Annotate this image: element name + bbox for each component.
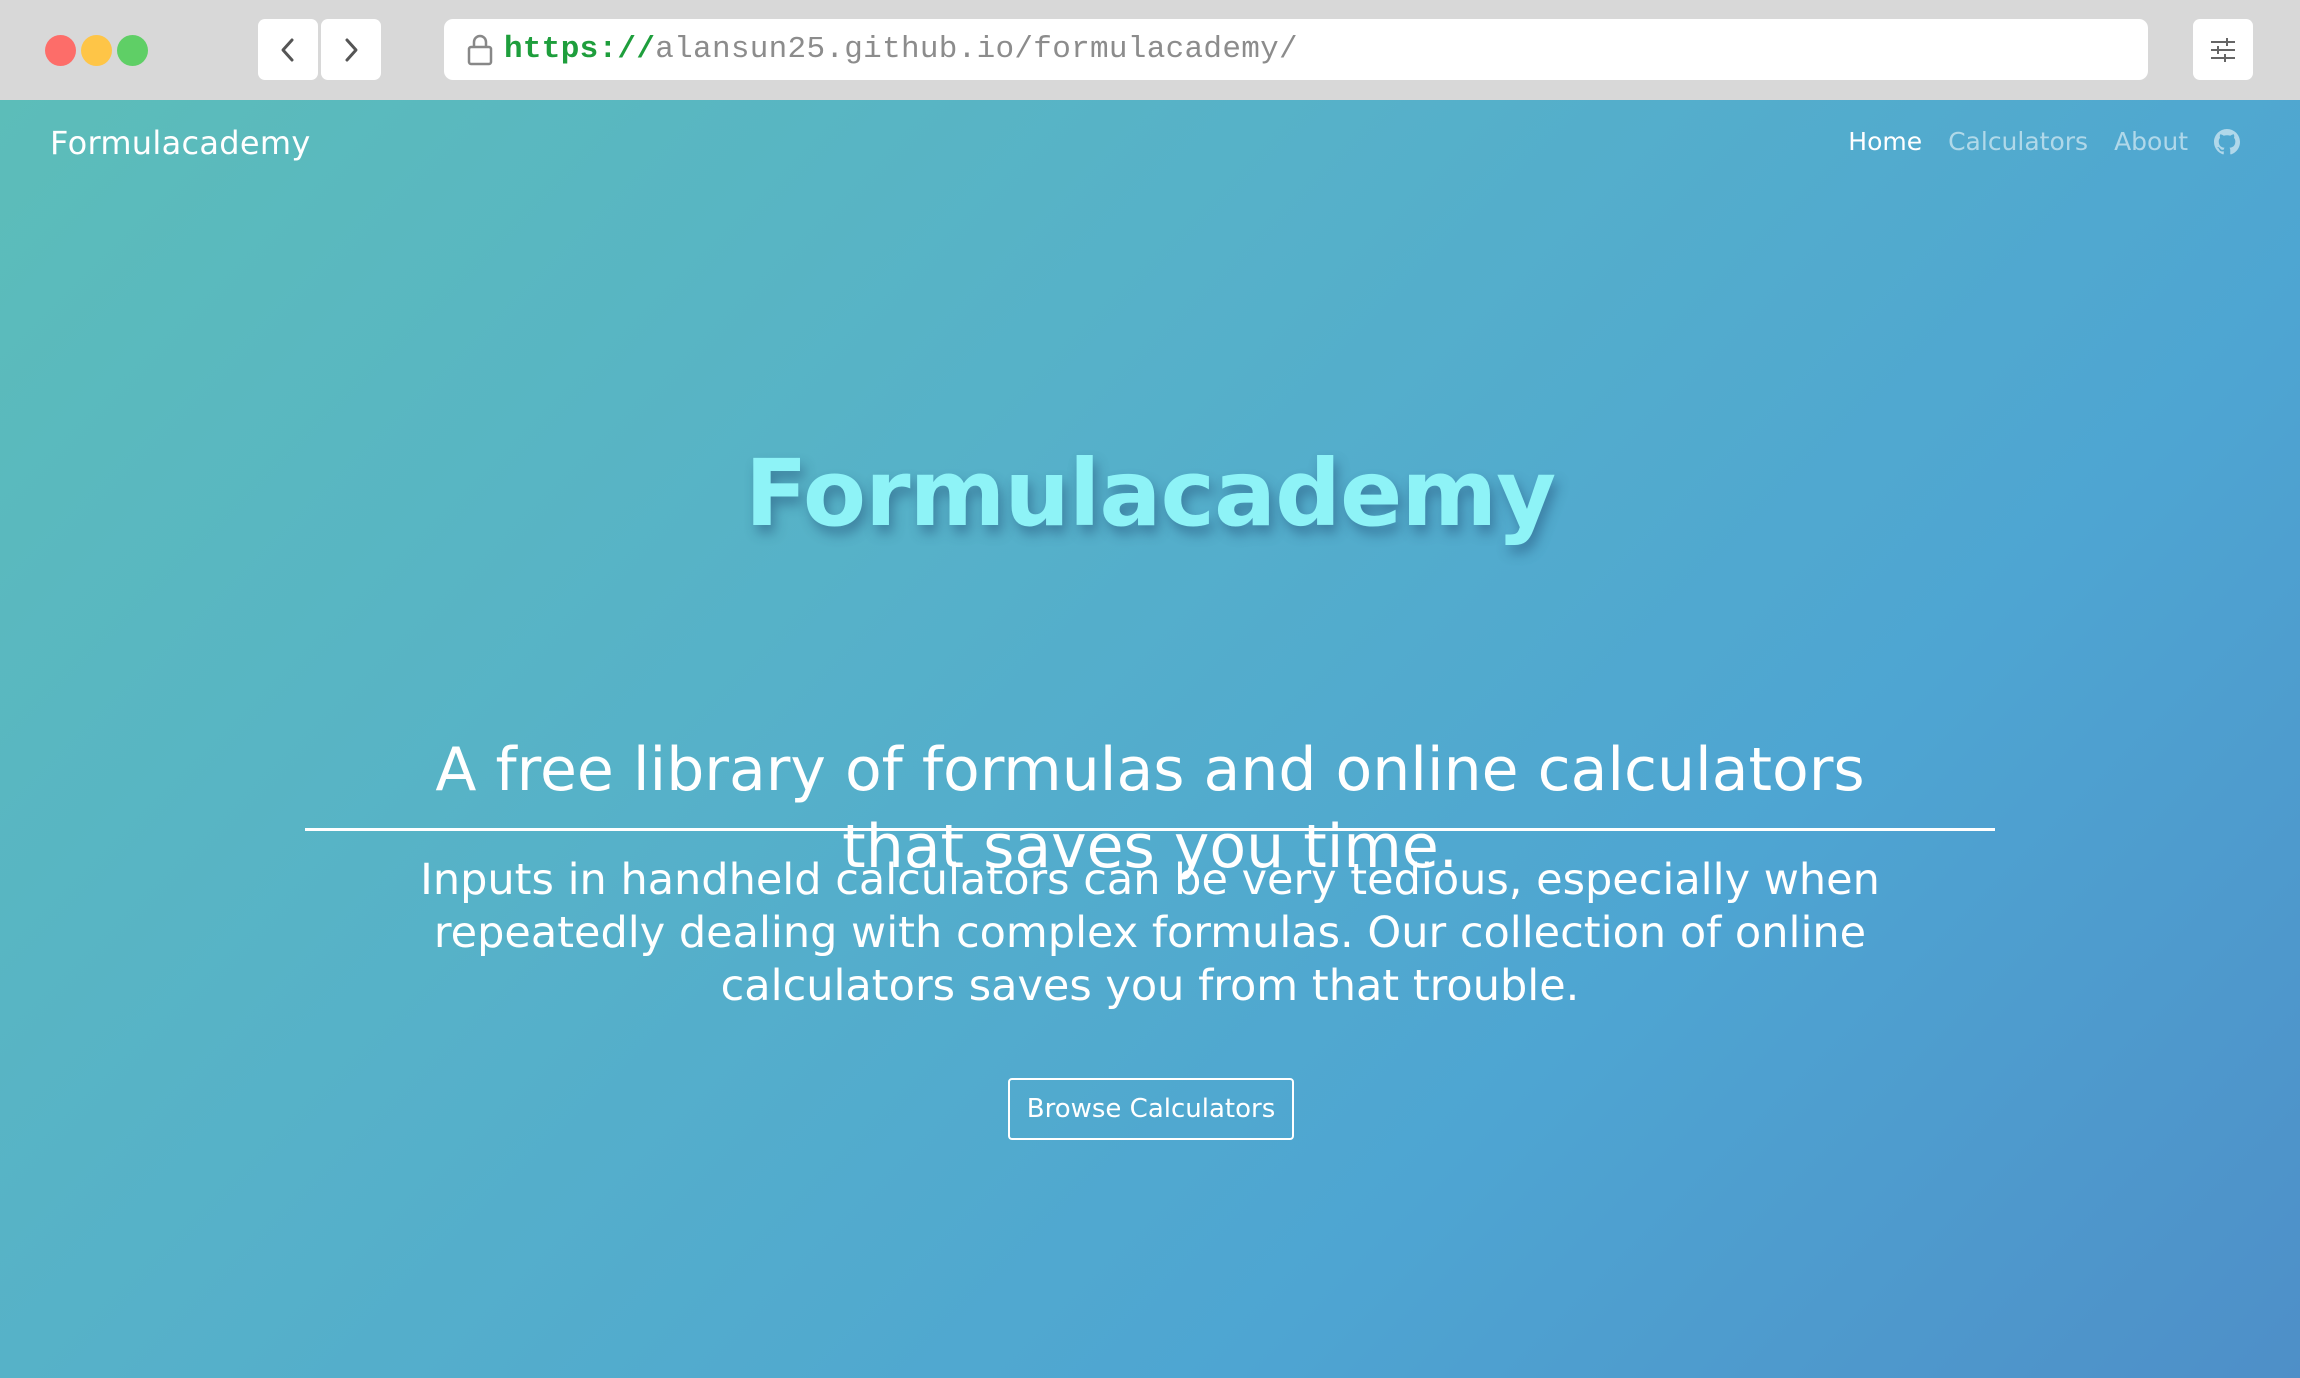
minimize-window-button[interactable] xyxy=(81,35,112,66)
hero-title: Formulacademy xyxy=(744,440,1556,547)
browser-chrome: https://alansun25.github.io/formulacadem… xyxy=(0,0,2300,100)
address-bar[interactable]: https://alansun25.github.io/formulacadem… xyxy=(444,19,2148,80)
forward-button[interactable] xyxy=(321,19,381,80)
chevron-right-icon xyxy=(345,38,358,61)
close-window-button[interactable] xyxy=(45,35,76,66)
nav-link-home[interactable]: Home xyxy=(1848,127,1922,156)
page-viewport: Formulacademy Home Calculators About For… xyxy=(0,100,2300,1378)
maximize-window-button[interactable] xyxy=(117,35,148,66)
lock-icon xyxy=(456,30,504,70)
nav-link-about[interactable]: About xyxy=(2114,127,2188,156)
chevron-left-icon xyxy=(281,38,294,61)
sliders-icon xyxy=(2211,37,2235,62)
hero-description: Inputs in handheld calculators can be ve… xyxy=(420,855,1880,1011)
site-brand-link[interactable]: Formulacademy xyxy=(50,124,311,162)
hero-divider xyxy=(305,828,1995,831)
browse-calculators-button[interactable]: Browse Calculators xyxy=(1008,1078,1294,1140)
nav-links: Home Calculators About xyxy=(1848,127,2240,156)
url-path: alansun25.github.io/formulacademy/ xyxy=(655,32,1298,67)
url-text: https://alansun25.github.io/formulacadem… xyxy=(504,32,1298,67)
site-navbar: Formulacademy Home Calculators About xyxy=(0,100,2300,190)
back-button[interactable] xyxy=(258,19,318,80)
settings-button[interactable] xyxy=(2193,19,2253,80)
nav-link-calculators[interactable]: Calculators xyxy=(1948,127,2088,156)
github-icon[interactable] xyxy=(2214,128,2240,155)
url-scheme: https:// xyxy=(504,32,656,67)
